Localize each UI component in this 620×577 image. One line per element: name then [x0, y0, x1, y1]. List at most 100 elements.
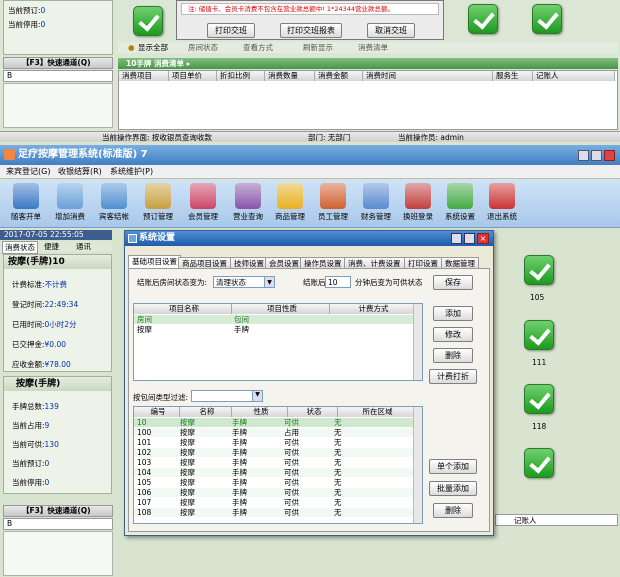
room-row[interactable]: 104 按摩 手牌 可供 无 [134, 468, 422, 477]
tab-contact[interactable]: 通讯 [76, 241, 91, 252]
detail-col-header[interactable]: 折扣比例 [217, 71, 265, 81]
room-col-header[interactable]: 状态 [288, 407, 338, 417]
room-check-icon[interactable] [524, 255, 554, 285]
toolbar-button[interactable]: 营业查询 [228, 183, 268, 222]
room-cell: 106 [137, 488, 152, 497]
view-mode-label[interactable]: 查看方式 [243, 42, 273, 53]
room-row[interactable]: 107 按摩 手牌 可供 无 [134, 498, 422, 507]
after-suffix: 分钟后变为可供状态 [355, 278, 423, 287]
quick-channel-input-2[interactable]: B [3, 518, 113, 530]
item-scrollbar[interactable] [413, 304, 422, 380]
toolbar-button[interactable]: 会员管理 [183, 183, 223, 222]
add-item-button[interactable]: 添加 [433, 306, 473, 321]
toolbar-button[interactable]: 系统设置 [440, 183, 480, 222]
edit-item-button[interactable]: 修改 [433, 327, 473, 342]
menu-cashier[interactable]: 收银结算(R) [58, 165, 102, 179]
settings-minimize-icon[interactable] [451, 233, 462, 244]
toolbar-button[interactable]: 换班登录 [398, 183, 438, 222]
room-row[interactable]: 105 按摩 手牌 可供 无 [134, 478, 422, 487]
show-all-label[interactable]: 显示全部 [138, 42, 168, 53]
settings-tab[interactable]: 技师设置 [230, 257, 268, 268]
item-col-header[interactable]: 项目名称 [134, 304, 232, 314]
room-col-header[interactable]: 编号 [134, 407, 180, 417]
shift-dialog: 注: 储值卡、会员卡消费不包含在营业款总额中! 1*24344营业款总额。 打印… [176, 0, 444, 40]
maximize-icon[interactable] [591, 150, 602, 161]
toolbar-button[interactable]: 预订管理 [138, 183, 178, 222]
settings-tab[interactable]: 打印设置 [404, 257, 442, 268]
refresh-label[interactable]: 刷新显示 [303, 42, 333, 53]
tab-quick[interactable]: 便捷 [44, 241, 59, 252]
room-scrollbar[interactable] [413, 407, 422, 523]
room-check-icon[interactable] [532, 4, 562, 34]
room-status-label[interactable]: 房间状态 [188, 42, 218, 53]
show-all-radio-icon[interactable]: ● [128, 42, 135, 53]
menu-guest[interactable]: 来宾登记(G) [6, 165, 50, 179]
room-cell: 可供 [284, 478, 299, 487]
room-col-header[interactable]: 性质 [232, 407, 288, 417]
toolbar-button[interactable]: 商品管理 [270, 183, 310, 222]
delete-item-button[interactable]: 删除 [433, 348, 473, 363]
settings-maximize-icon[interactable] [464, 233, 475, 244]
detail-col-header[interactable]: 服务生 [493, 71, 533, 81]
settings-tab[interactable]: 商品项目设置 [178, 257, 231, 268]
room-row[interactable]: 103 按摩 手牌 可供 无 [134, 458, 422, 467]
billing-discount-button[interactable]: 计费打折 [429, 369, 477, 384]
detail-col-header[interactable]: 记账人 [533, 71, 615, 81]
quick-channel-input[interactable]: B [3, 70, 113, 82]
room-row[interactable]: 108 按摩 手牌 可供 无 [134, 508, 422, 517]
room-check-icon[interactable] [524, 384, 554, 414]
room-row[interactable]: 101 按摩 手牌 可供 无 [134, 438, 422, 447]
item-row[interactable]: 房间 包间 [134, 315, 422, 324]
delete-room-button[interactable]: 删除 [433, 503, 473, 518]
single-add-button[interactable]: 单个添加 [429, 459, 477, 474]
toolbar-button[interactable]: 员工管理 [313, 183, 353, 222]
room-info-row: 应收金额:¥78.00 [12, 359, 71, 370]
chevron-down-icon[interactable]: ▼ [252, 391, 262, 401]
settings-tab[interactable]: 数据管理 [441, 257, 479, 268]
toolbar-button[interactable]: 增加消费 [50, 183, 90, 222]
close-icon[interactable] [604, 150, 615, 161]
consume-list-label[interactable]: 消费清单 [358, 42, 388, 53]
room-row[interactable]: 100 按摩 手牌 占用 无 [134, 428, 422, 437]
room-row[interactable]: 102 按摩 手牌 可供 无 [134, 448, 422, 457]
detail-col-header[interactable]: 项目单价 [169, 71, 217, 81]
after-minutes-input[interactable]: 10 [325, 276, 351, 288]
room-col-header[interactable]: 名称 [180, 407, 232, 417]
item-col-header[interactable]: 项目性质 [232, 304, 330, 314]
chevron-down-icon[interactable]: ▼ [264, 277, 274, 287]
minimize-icon[interactable] [578, 150, 589, 161]
room-check-icon[interactable] [524, 320, 554, 350]
settings-tab[interactable]: 会员设置 [265, 257, 303, 268]
room-row[interactable]: 106 按摩 手牌 可供 无 [134, 488, 422, 497]
room-row[interactable]: 10 按摩 手牌 可供 无 [134, 418, 422, 427]
detail-col-header[interactable]: 消费项目 [119, 71, 169, 81]
room-col-header[interactable]: 所在区域 [338, 407, 415, 417]
save-button[interactable]: 保存 [433, 275, 473, 290]
room-cell: 无 [334, 508, 342, 517]
toolbar-button[interactable]: 退出系统 [482, 183, 522, 222]
batch-add-button[interactable]: 批量添加 [429, 481, 477, 496]
detail-col-header[interactable]: 消费金额 [315, 71, 363, 81]
room-check-icon[interactable] [524, 448, 554, 478]
item-row[interactable]: 按摩 手牌 [134, 325, 422, 334]
menu-system[interactable]: 系统维护(P) [110, 165, 153, 179]
settings-tab[interactable]: 基础项目设置 [128, 255, 181, 268]
item-col-header[interactable]: 计费方式 [330, 304, 415, 314]
settings-tab[interactable]: 消费、计费设置 [344, 257, 405, 268]
settings-close-icon[interactable]: × [477, 233, 489, 244]
tab-consume-status[interactable]: 消费状态 [2, 241, 38, 254]
toolbar-button[interactable]: 随客开单 [6, 183, 46, 222]
room-cell: 手牌 [232, 428, 247, 437]
settle-status-select[interactable]: 清理状态 ▼ [213, 276, 275, 288]
room-check-icon[interactable] [468, 4, 498, 34]
toolbar-button[interactable]: 财务管理 [356, 183, 396, 222]
print-shift-button[interactable]: 打印交班 [207, 23, 255, 38]
toolbar-button[interactable]: 宾客结帐 [94, 183, 134, 222]
detail-col-header[interactable]: 消费时间 [363, 71, 493, 81]
detail-col-header[interactable]: 消费数量 [265, 71, 315, 81]
print-shift-report-button[interactable]: 打印交班报表 [280, 23, 342, 38]
room-check-icon[interactable] [133, 6, 163, 36]
cancel-shift-button[interactable]: 取消交班 [367, 23, 415, 38]
filter-select[interactable]: ▼ [191, 390, 263, 402]
settings-tab[interactable]: 操作员设置 [300, 257, 346, 268]
